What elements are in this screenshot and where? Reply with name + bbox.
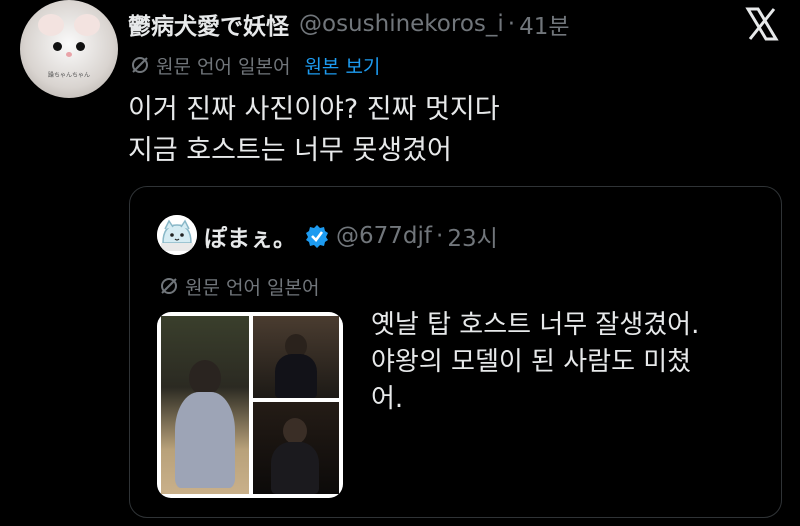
- user-handle[interactable]: @osushinekoros_i: [299, 11, 504, 37]
- translation-label: 원문 언어 일본어: [156, 55, 291, 78]
- avatar[interactable]: 躁ちゃんちゃん: [20, 0, 118, 98]
- cat-avatar-icon: [157, 215, 197, 255]
- tweet-header: 鬱病犬愛で妖怪 @osushinekoros_i · 41분: [128, 6, 570, 42]
- tweet-text-line: 지금 호스트는 너무 못생겼어: [128, 135, 452, 166]
- photo-top-right: [253, 316, 339, 398]
- quote-display-name[interactable]: ぽまぇ。: [204, 219, 296, 253]
- quote-body: 옛날 탑 호스트 너무 잘생겼어. 야왕의 모델이 된 사람도 미쳤 어.: [371, 307, 766, 418]
- translate-icon: [132, 57, 148, 73]
- quote-text-line: 옛날 탑 호스트 너무 잘생겼어.: [371, 310, 700, 340]
- quote-avatar[interactable]: [157, 215, 197, 255]
- quote-photo-collage[interactable]: [157, 312, 343, 498]
- quote-translation-label: 원문 언어 일본어: [185, 276, 320, 299]
- photo-left: [161, 316, 249, 494]
- display-name[interactable]: 鬱病犬愛で妖怪: [128, 7, 289, 41]
- quote-text-line: 야왕의 모델이 된 사람도 미쳤: [371, 347, 692, 377]
- separator-dot: ·: [507, 11, 516, 37]
- tweet-text-line: 이거 진짜 사진이야? 진짜 멋지다: [128, 94, 500, 125]
- quote-separator-dot: ·: [436, 223, 444, 249]
- view-original-link[interactable]: 원본 보기: [304, 52, 380, 79]
- quote-text-line: 어.: [371, 384, 404, 414]
- avatar-caption: 躁ちゃんちゃん: [47, 72, 90, 79]
- translate-icon: [161, 278, 177, 294]
- verified-badge-icon: [306, 225, 328, 248]
- quote-header: ぽまぇ。 @677djf · 23시: [204, 216, 498, 256]
- quote-translation-row: 원문 언어 일본어: [159, 273, 319, 299]
- x-logo-icon[interactable]: [744, 6, 780, 42]
- quote-timestamp[interactable]: 23시: [447, 219, 497, 253]
- quote-user-handle[interactable]: @677djf: [336, 223, 432, 249]
- photo-bottom-right: [253, 402, 339, 494]
- translation-row: 원문 언어 일본어 원본 보기: [130, 52, 380, 78]
- tweet-body: 이거 진짜 사진이야? 진짜 멋지다 지금 호스트는 너무 못생겼어: [128, 89, 500, 171]
- timestamp[interactable]: 41분: [519, 7, 569, 41]
